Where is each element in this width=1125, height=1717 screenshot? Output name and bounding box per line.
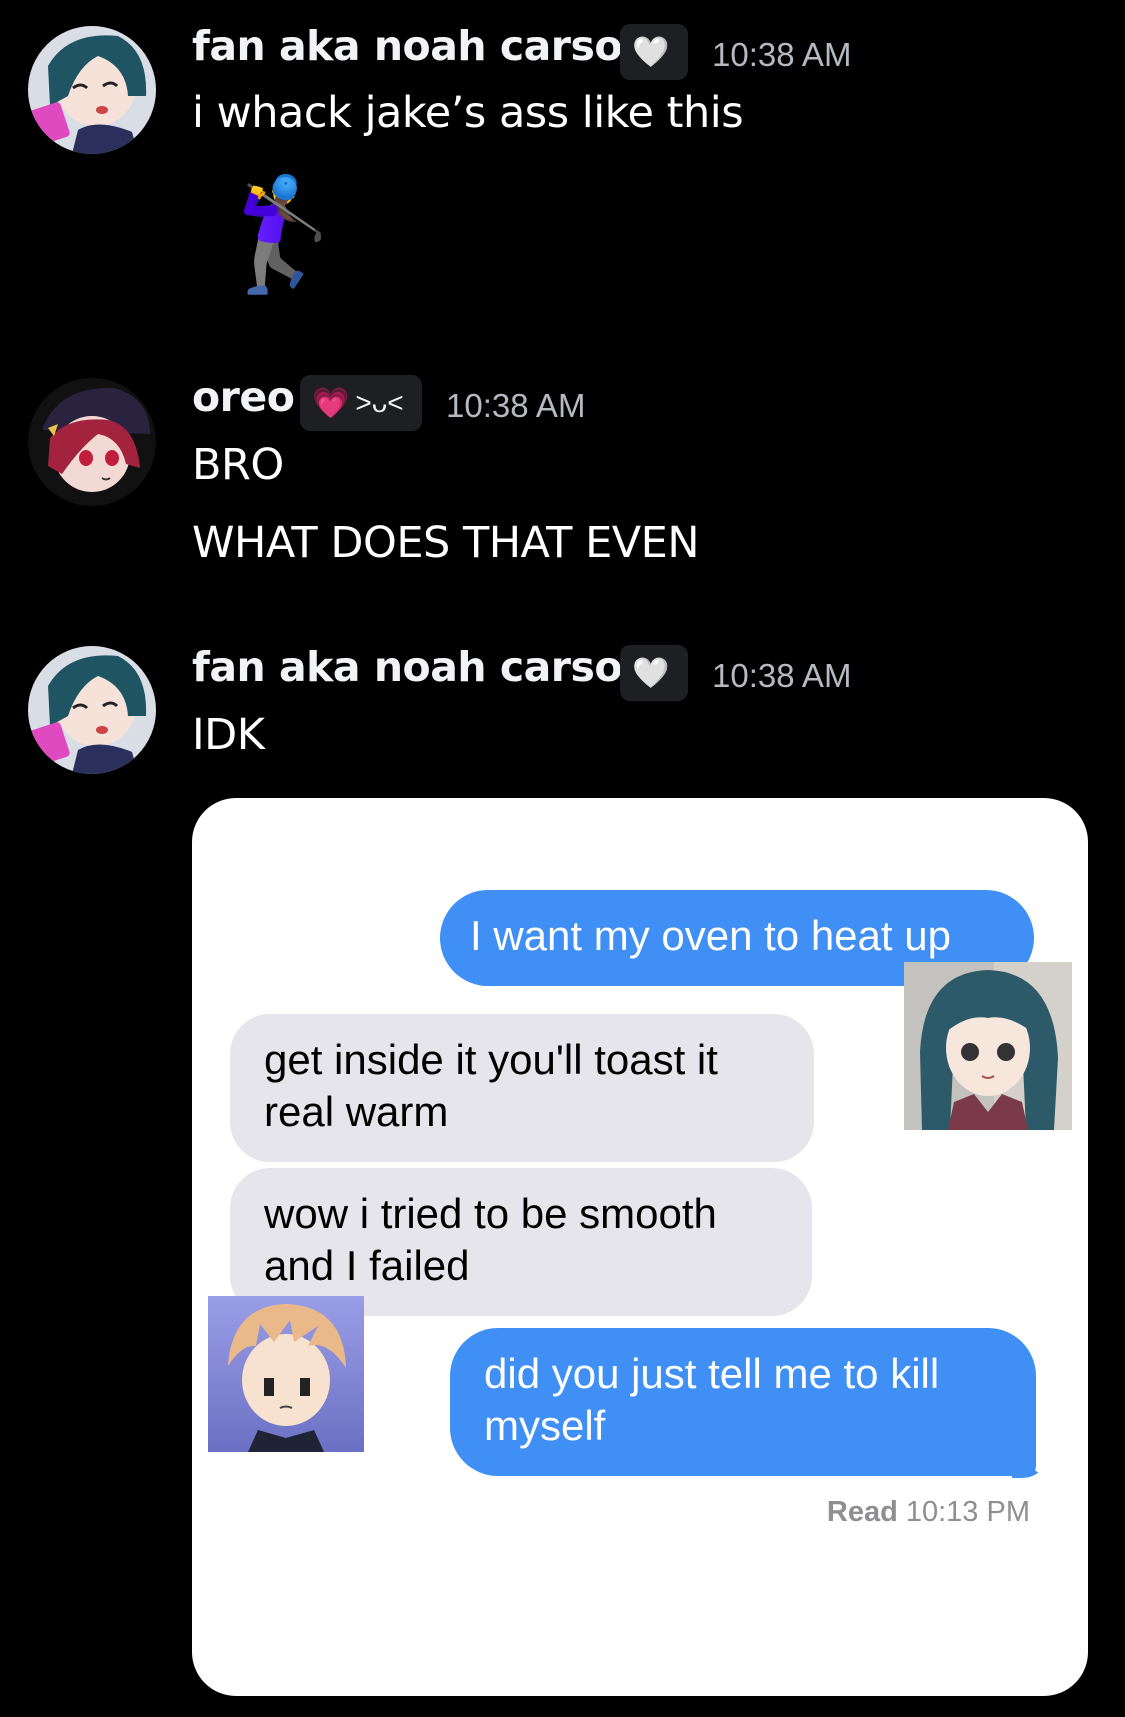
message-text: BRO [192,440,284,490]
avatar-sticker [208,1296,364,1452]
message-text: IDK [192,710,265,760]
image-attachment[interactable]: I want my oven to heat up get inside it … [192,798,1088,1696]
read-label: Read [826,1496,898,1528]
read-receipt: Read 10:13 PM [827,1496,1030,1529]
avatar-fan[interactable] [28,646,156,774]
pink-heart-icon: 💗 [312,386,350,420]
role-tag[interactable]: 💗 >ᴗ< [300,375,422,431]
avatar-oreo[interactable] [28,378,156,506]
timestamp: 10:38 AM [446,387,586,424]
received-bubble: wow i tried to be smooth and I failed [230,1168,812,1316]
read-time: 10:13 PM [905,1496,1030,1528]
role-tag-text: >ᴗ< [355,387,404,418]
bubble-text: get inside it you'll toast it real warm [264,1036,718,1135]
role-tag[interactable]: 🤍 [620,645,688,701]
message-text: i whack jake’s ass like this [192,88,744,138]
white-heart-icon: 🤍 [632,656,670,690]
timestamp: 10:38 AM [712,36,852,73]
username[interactable]: fan aka noah carson [192,643,651,691]
sent-bubble: did you just tell me to kill myself [450,1328,1036,1476]
avatar-fan[interactable] [28,26,156,154]
white-heart-icon: 🤍 [632,35,670,69]
avatar-sticker [904,962,1072,1130]
role-tag[interactable]: 🤍 [620,24,688,80]
received-bubble: get inside it you'll toast it real warm [230,1014,814,1162]
golfer-emoji: 🏌️‍♀️ [214,173,351,296]
timestamp: 10:38 AM [712,657,852,694]
bubble-text: did you just tell me to kill myself [484,1350,940,1449]
username[interactable]: fan aka noah carson [192,22,651,70]
message-text: WHAT DOES THAT EVEN [192,518,699,568]
bubble-text: wow i tried to be smooth and I failed [264,1190,717,1289]
username[interactable]: oreo [192,373,295,421]
bubble-text: I want my oven to heat up [470,912,951,959]
